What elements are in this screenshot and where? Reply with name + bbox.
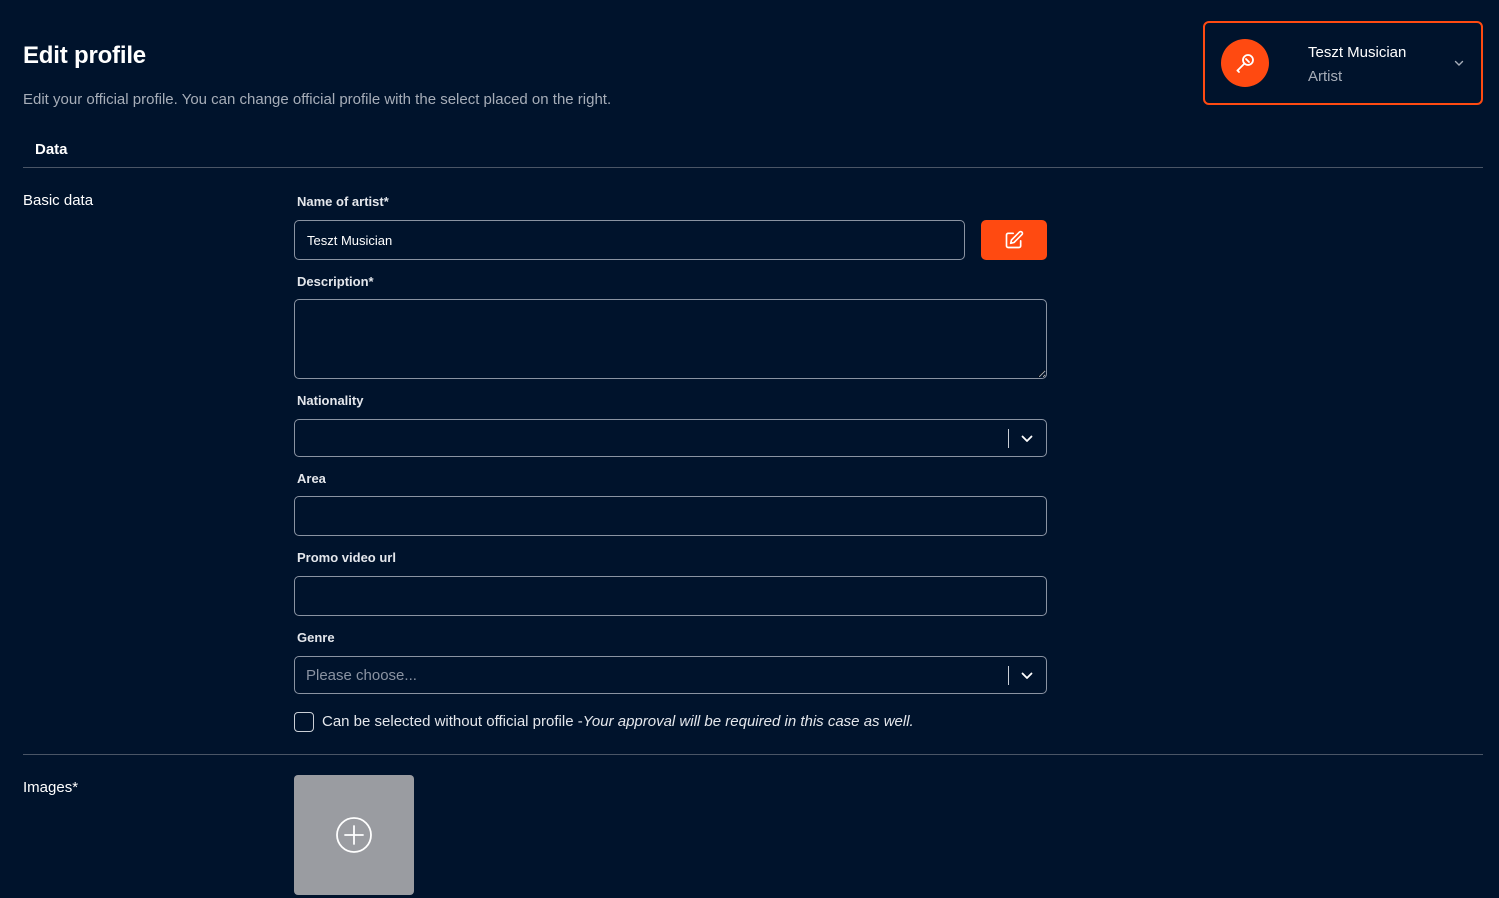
- nationality-select[interactable]: [294, 419, 1047, 457]
- chevron-down-icon: [1454, 60, 1464, 66]
- checkbox-note-text: Your approval will be required in this c…: [582, 713, 914, 730]
- area-label: Area: [297, 471, 326, 486]
- add-image-button[interactable]: [294, 775, 414, 895]
- official-profile-select[interactable]: Teszt Musician Artist: [1203, 21, 1483, 105]
- select-separator: [1008, 429, 1009, 448]
- microphone-icon: [1236, 54, 1254, 73]
- nationality-label: Nationality: [297, 393, 364, 408]
- promo-video-url-label: Promo video url: [297, 550, 396, 565]
- name-of-artist-input[interactable]: [294, 220, 965, 260]
- plus-circle-icon: [336, 817, 372, 853]
- section-label-images: Images*: [23, 779, 79, 796]
- chevron-down-icon: [1021, 435, 1033, 442]
- edit-name-button[interactable]: [981, 220, 1047, 260]
- chevron-down-icon: [1021, 672, 1033, 679]
- description-textarea[interactable]: [294, 299, 1047, 379]
- select-separator: [1008, 666, 1009, 685]
- description-label: Description*: [297, 274, 374, 289]
- section-label-basic-data: Basic data: [23, 192, 94, 209]
- area-input[interactable]: [294, 496, 1047, 536]
- promo-video-url-input[interactable]: [294, 576, 1047, 616]
- tabs-divider: [23, 167, 1483, 168]
- page-title: Edit profile: [23, 42, 146, 69]
- name-of-artist-label: Name of artist*: [297, 194, 389, 209]
- genre-select[interactable]: Please choose...: [294, 656, 1047, 694]
- tab-data[interactable]: Data: [35, 141, 68, 158]
- genre-placeholder: Please choose...: [306, 667, 417, 684]
- edit-icon: [1005, 230, 1024, 249]
- official-profile-checkbox[interactable]: [294, 712, 314, 732]
- checkbox-label-text: Can be selected without official profile…: [322, 713, 583, 730]
- official-profile-checkbox-label[interactable]: Can be selected without official profile…: [322, 713, 914, 730]
- genre-label: Genre: [297, 630, 335, 645]
- profile-name: Teszt Musician: [1308, 44, 1407, 61]
- section-divider: [23, 754, 1483, 755]
- edit-profile-page: Edit profile Edit your official profile.…: [0, 0, 1499, 898]
- profile-avatar: [1221, 39, 1269, 87]
- profile-role: Artist: [1308, 68, 1343, 85]
- page-subtitle: Edit your official profile. You can chan…: [23, 91, 612, 108]
